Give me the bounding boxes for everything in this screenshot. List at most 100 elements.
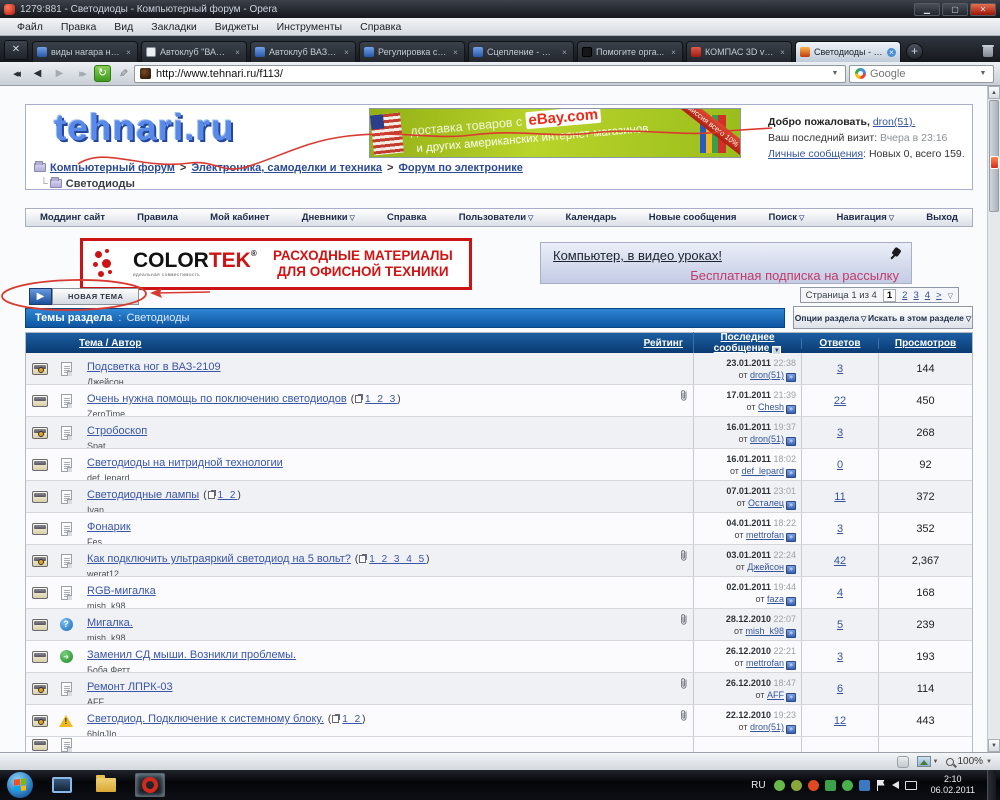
replies-count-link[interactable]: 4 — [837, 587, 843, 599]
replies-count-link[interactable]: 3 — [837, 363, 843, 375]
username-link[interactable]: dron(51). — [873, 116, 916, 128]
search-input[interactable] — [870, 67, 974, 80]
zoom-control[interactable]: 100% — [946, 756, 992, 767]
menu-item[interactable]: Файл — [8, 20, 52, 34]
thread-title-link[interactable]: Фонарик — [87, 521, 131, 533]
thread-title-link[interactable]: Стробоскоп — [87, 425, 147, 437]
replies-count-link[interactable]: 22 — [834, 395, 846, 407]
column-replies[interactable]: Ответов — [819, 338, 860, 349]
forum-nav-item[interactable]: Справка — [387, 212, 427, 223]
tab-close-icon[interactable] — [451, 48, 460, 57]
browser-tab[interactable]: Автоклуб ВАЗ 2... — [250, 41, 356, 62]
volume-icon[interactable] — [891, 781, 899, 789]
tab-close-icon[interactable] — [342, 48, 351, 57]
scroll-up-icon[interactable] — [988, 86, 1000, 99]
show-desktop-button[interactable] — [987, 770, 996, 800]
last-poster-link[interactable]: faza — [767, 594, 784, 604]
new-topic-label[interactable]: НОВАЯ ТЕМА — [52, 288, 140, 305]
goto-last-post-icon[interactable] — [786, 469, 796, 479]
video-banner-title[interactable]: Компьютер, в видео уроках! — [553, 248, 722, 263]
last-poster-link[interactable]: dron(51) — [750, 434, 784, 444]
panel-toggle-icon[interactable] — [896, 755, 909, 768]
thread-title-link[interactable]: Мигалка. — [87, 617, 133, 629]
replies-count-link[interactable]: 5 — [837, 619, 843, 631]
goto-last-post-icon[interactable] — [786, 565, 796, 575]
fast-forward-button[interactable] — [72, 65, 91, 82]
thread-title-link[interactable]: Очень нужна помощь по поключению светоди… — [87, 393, 347, 405]
column-views[interactable]: Просмотров — [895, 338, 956, 349]
tray-app-icon[interactable] — [807, 779, 819, 791]
browser-tab[interactable]: КОМПАС 3D v1... — [686, 41, 792, 62]
url-input[interactable] — [156, 67, 825, 80]
browser-tab[interactable]: Регулировка св... — [359, 41, 465, 62]
browser-tab[interactable]: Светодиоды - К... — [795, 41, 901, 62]
address-field[interactable] — [134, 64, 846, 83]
last-poster-link[interactable]: Chesh — [758, 402, 784, 412]
start-button[interactable] — [7, 772, 33, 798]
last-poster-link[interactable]: dron(51) — [750, 370, 784, 380]
menu-item[interactable]: Правка — [52, 20, 105, 34]
thread-title-link[interactable]: Заменил СД мыши. Возникли проблемы. — [87, 649, 296, 661]
address-dropdown-icon[interactable] — [830, 70, 840, 77]
closed-tabs-trash-icon[interactable] — [980, 43, 996, 59]
last-poster-link[interactable]: Осталец — [748, 498, 784, 508]
tab-close-icon[interactable] — [887, 47, 896, 57]
tray-app-icon[interactable] — [841, 779, 853, 791]
forum-nav-item[interactable]: Поиск — [769, 212, 805, 223]
replies-count-link[interactable]: 12 — [834, 715, 846, 727]
site-logo[interactable]: tehnari.ru — [54, 107, 235, 149]
thread-page-links[interactable]: 1 2 3 — [365, 394, 397, 405]
replies-count-link[interactable]: 42 — [834, 555, 846, 567]
search-engine-dropdown-icon[interactable] — [978, 70, 988, 77]
section-search-dropdown[interactable]: Искать в этом разделе — [868, 313, 971, 323]
thread-title-link[interactable]: Подсветка ног в ВАЗ-2109 — [87, 361, 221, 373]
goto-last-post-icon[interactable] — [786, 373, 796, 383]
taskbar-clock[interactable]: 2:10 06.02.2011 — [931, 774, 975, 797]
breadcrumb-link[interactable]: Компьютерный форум — [50, 162, 175, 174]
goto-last-post-icon[interactable] — [786, 693, 796, 703]
replies-count-link[interactable]: 6 — [837, 683, 843, 695]
replies-count-link[interactable]: 0 — [837, 459, 843, 471]
colortek-banner[interactable]: COLORTEK® идеальная совместимость РАСХОД… — [80, 238, 472, 290]
goto-last-post-icon[interactable] — [786, 533, 796, 543]
page-number-link[interactable]: 1 — [882, 288, 897, 302]
tray-app-icon[interactable] — [773, 779, 785, 791]
thread-title-link[interactable]: Светодиодные лампы — [87, 489, 199, 501]
new-topic-button[interactable]: НОВАЯ ТЕМА — [29, 288, 140, 305]
page-number-link[interactable]: 4 — [925, 290, 930, 301]
forum-nav-item[interactable]: Дневники — [302, 212, 355, 223]
network-monitor-icon[interactable] — [904, 780, 917, 790]
forum-nav-item[interactable]: Навигация — [837, 212, 895, 223]
browser-tab[interactable]: Автоклуб "ВАЗ-... — [141, 41, 247, 62]
replies-count-link[interactable]: 11 — [834, 491, 845, 503]
breadcrumb-link[interactable]: Форум по электронике — [398, 162, 522, 174]
ebay-banner[interactable]: доставка товаров с eBay.com и других аме… — [369, 108, 741, 158]
menu-item[interactable]: Вид — [105, 20, 142, 34]
page-jump-dropdown-icon[interactable] — [948, 290, 953, 301]
close-button[interactable]: ✕ — [970, 2, 996, 16]
replies-count-link[interactable]: 3 — [837, 523, 843, 535]
last-poster-link[interactable]: mettrofan — [746, 658, 784, 668]
new-tab-button[interactable] — [906, 43, 923, 60]
replies-count-link[interactable]: 3 — [837, 427, 843, 439]
forum-nav-item[interactable]: Правила — [137, 212, 178, 223]
column-rating[interactable]: Рейтинг — [644, 338, 683, 349]
edit-mode-icon[interactable] — [114, 65, 131, 82]
forward-button[interactable] — [50, 65, 69, 82]
browser-tab[interactable]: Помогите орга... — [577, 41, 683, 62]
replies-count-link[interactable]: 3 — [837, 651, 843, 663]
forum-nav-item[interactable]: Пользователи — [459, 212, 534, 223]
private-messages-link[interactable]: Личные сообщения — [768, 148, 863, 160]
thread-page-links[interactable]: 1 2 3 4 5 — [369, 554, 426, 565]
tray-app-icon[interactable] — [858, 779, 870, 791]
browser-tab[interactable]: виды нагара на ... — [32, 41, 138, 62]
minimize-button[interactable]: ▁ — [914, 2, 940, 16]
browser-tab[interactable]: Сцепление - Ав... — [468, 41, 574, 62]
menu-item[interactable]: Виджеты — [206, 20, 268, 34]
search-box[interactable] — [849, 64, 994, 83]
tab-close-icon[interactable] — [233, 48, 242, 57]
goto-last-post-icon[interactable] — [786, 501, 796, 511]
tab-close-icon[interactable] — [669, 48, 678, 57]
tray-app-icon[interactable] — [824, 779, 836, 791]
thread-title-link[interactable]: Как подключить ультраяркий светодиод на … — [87, 553, 351, 565]
